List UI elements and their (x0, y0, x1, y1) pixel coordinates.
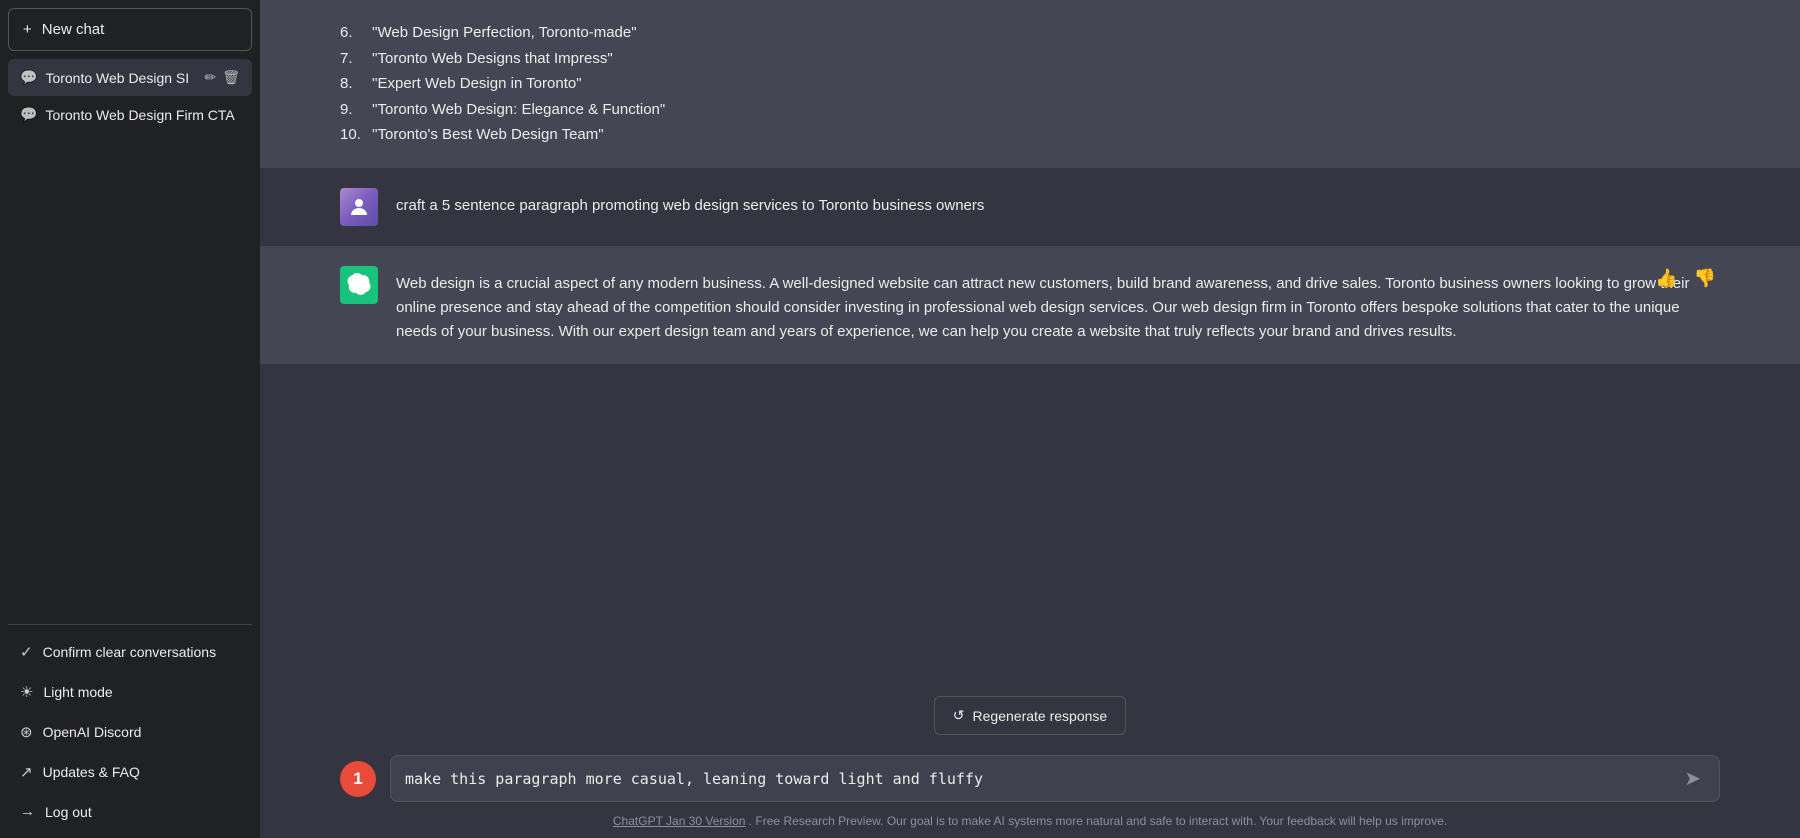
user-avatar (340, 188, 378, 226)
light-mode-button[interactable]: ☀ Light mode (8, 673, 252, 711)
logout-icon: → (20, 803, 35, 820)
list-item-9: 9. "Toronto Web Design: Elegance & Funct… (340, 97, 1720, 123)
list-item-10: 10. "Toronto's Best Web Design Team" (340, 122, 1720, 148)
conversation-item-2[interactable]: 💬 Toronto Web Design Firm CTA (8, 96, 252, 133)
user-number-badge: 1 (340, 761, 376, 797)
conversation-item-1[interactable]: 💬 Toronto Web Design SI ✏ 🗑 (8, 59, 252, 96)
sidebar: + New chat 💬 Toronto Web Design SI ✏ 🗑 💬… (0, 0, 260, 838)
delete-icon[interactable]: 🗑 (222, 69, 240, 86)
user-message-text: craft a 5 sentence paragraph promoting w… (396, 188, 984, 218)
conversation-label-1: Toronto Web Design SI (45, 70, 196, 86)
main-content: 6. "Web Design Perfection, Toronto-made"… (260, 0, 1800, 838)
new-chat-button[interactable]: + New chat (8, 8, 252, 51)
numbered-list: 6. "Web Design Perfection, Toronto-made"… (340, 20, 1720, 148)
user-avatar-image (340, 188, 378, 226)
footer-note: ChatGPT Jan 30 Version . Free Research P… (260, 808, 1800, 838)
plus-icon: + (23, 21, 32, 38)
edit-icon[interactable]: ✏ (204, 69, 216, 86)
input-box-wrapper: ➤ (390, 755, 1720, 802)
sidebar-divider (8, 624, 252, 625)
confirm-clear-button[interactable]: ✓ Confirm clear conversations (8, 633, 252, 671)
discord-label: OpenAI Discord (43, 724, 142, 740)
regenerate-icon: ↺ (953, 707, 965, 724)
list-item-6: 6. "Web Design Perfection, Toronto-made" (340, 20, 1720, 46)
send-icon: ➤ (1684, 768, 1701, 790)
user-message-block: craft a 5 sentence paragraph promoting w… (260, 168, 1800, 246)
updates-faq-label: Updates & FAQ (43, 764, 140, 780)
regenerate-button[interactable]: ↺ Regenerate response (934, 696, 1126, 735)
conversation-actions: ✏ 🗑 (204, 69, 240, 86)
external-link-icon: ↗ (20, 763, 33, 781)
avatar-svg (347, 195, 371, 219)
confirm-clear-label: Confirm clear conversations (43, 644, 217, 660)
numbered-list-block: 6. "Web Design Perfection, Toronto-made"… (260, 0, 1800, 168)
thumbs-down-button[interactable]: 👎 (1690, 266, 1720, 291)
list-item-8: 8. "Expert Web Design in Toronto" (340, 71, 1720, 97)
chat-icon: 💬 (20, 69, 37, 86)
regenerate-area: ↺ Regenerate response (260, 680, 1800, 745)
list-item-7: 7. "Toronto Web Designs that Impress" (340, 46, 1720, 72)
ai-message-block: Web design is a crucial aspect of any mo… (260, 246, 1800, 364)
ai-message-text: Web design is a crucial aspect of any mo… (396, 266, 1720, 344)
checkmark-icon: ✓ (20, 643, 33, 661)
chat-messages: 6. "Web Design Perfection, Toronto-made"… (260, 0, 1800, 680)
ai-avatar (340, 266, 378, 304)
logout-label: Log out (45, 804, 92, 820)
conversation-list: 💬 Toronto Web Design SI ✏ 🗑 💬 Toronto We… (8, 59, 252, 616)
discord-icon: ⊛ (20, 723, 33, 741)
chat-icon-2: 💬 (20, 106, 37, 123)
sidebar-footer: ✓ Confirm clear conversations ☀ Light mo… (8, 633, 252, 830)
updates-faq-button[interactable]: ↗ Updates & FAQ (8, 753, 252, 791)
thumbs-up-button[interactable]: 👍 (1651, 266, 1681, 291)
light-mode-label: Light mode (43, 684, 112, 700)
sun-icon: ☀ (20, 683, 33, 701)
ai-message-actions: 👍 👎 (1651, 266, 1720, 291)
logout-button[interactable]: → Log out (8, 793, 252, 830)
conversation-label-2: Toronto Web Design Firm CTA (45, 107, 240, 123)
chatgpt-logo-icon (347, 273, 371, 297)
new-chat-label: New chat (42, 21, 105, 38)
regenerate-label: Regenerate response (973, 708, 1108, 724)
version-link[interactable]: ChatGPT Jan 30 Version (613, 814, 746, 828)
message-input[interactable] (405, 770, 1670, 788)
input-area: 1 ➤ (260, 745, 1800, 808)
discord-button[interactable]: ⊛ OpenAI Discord (8, 713, 252, 751)
send-button[interactable]: ➤ (1680, 766, 1705, 791)
footer-note-text: . Free Research Preview. Our goal is to … (749, 814, 1447, 828)
